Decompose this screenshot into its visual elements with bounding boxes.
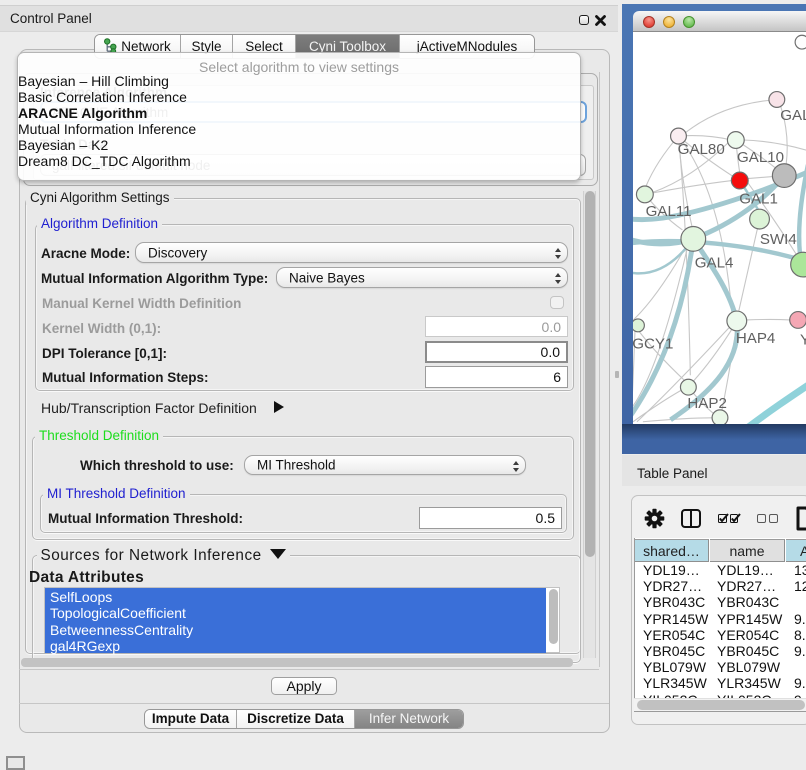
svg-text:SWI4: SWI4 [760, 231, 797, 248]
svg-text:GAL1: GAL1 [739, 190, 778, 207]
svg-text:HAP4: HAP4 [736, 330, 775, 347]
svg-text:GAL2: GAL2 [780, 107, 806, 124]
svg-text:HAP2: HAP2 [687, 395, 726, 412]
svg-text:YML: YML [800, 332, 806, 349]
svg-text:GAL4: GAL4 [695, 255, 734, 272]
svg-text:GCY1: GCY1 [633, 336, 673, 353]
svg-text:GAL10: GAL10 [737, 149, 784, 166]
svg-text:GAL80: GAL80 [678, 141, 725, 158]
svg-text:GAL11: GAL11 [646, 203, 692, 220]
